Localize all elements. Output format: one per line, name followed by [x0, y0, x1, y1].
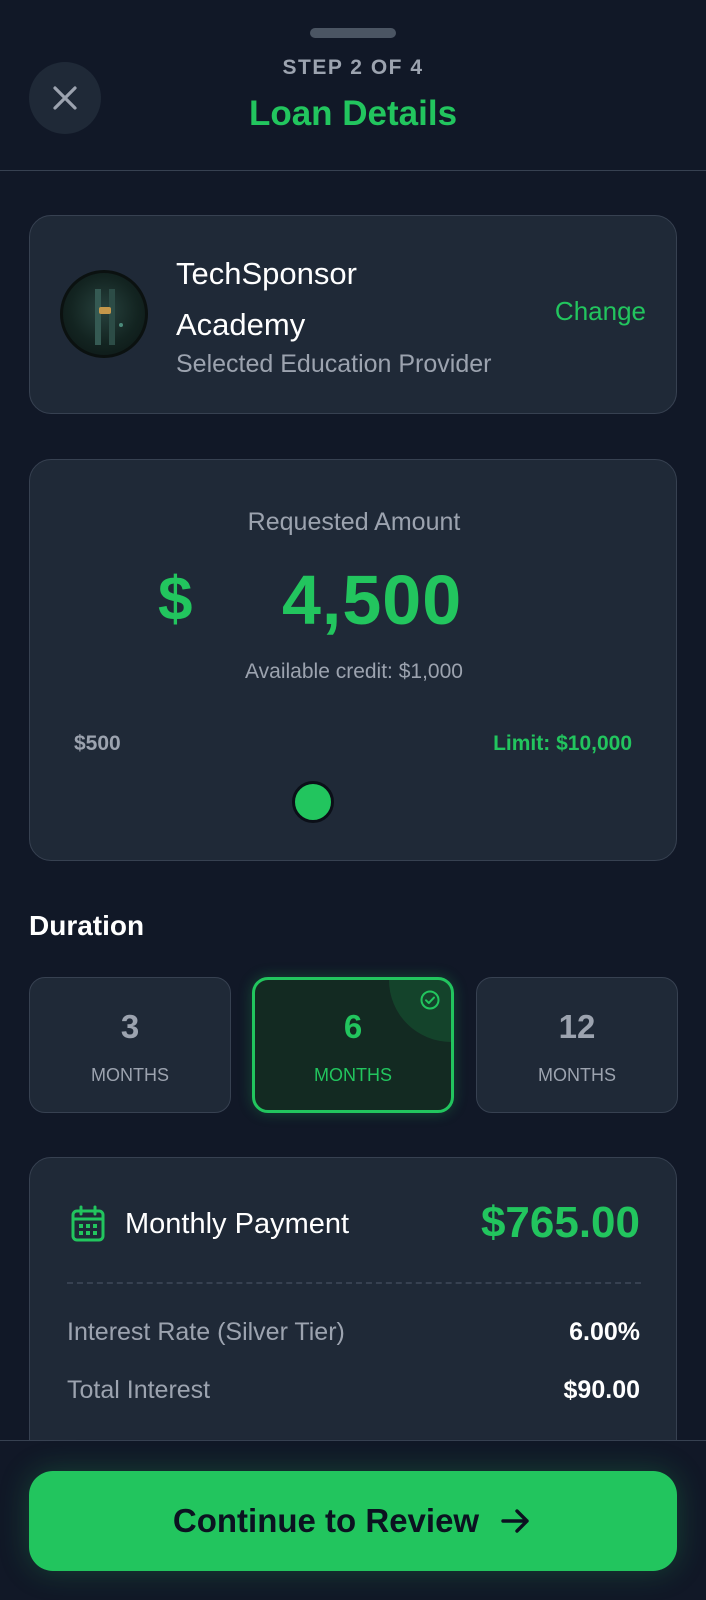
- payment-summary-card: Monthly Payment $765.00 Interest Rate (S…: [29, 1157, 677, 1477]
- duration-unit: MONTHS: [538, 1065, 616, 1085]
- interest-rate-value: 6.00%: [569, 1318, 640, 1346]
- slider-max-label: Limit: $10,000: [493, 732, 632, 755]
- slider-min-label: $500: [74, 732, 121, 755]
- monthly-payment-value: $765.00: [480, 1198, 640, 1247]
- arrow-right-icon: [501, 1509, 529, 1533]
- duration-unit: MONTHS: [91, 1065, 169, 1085]
- continue-to-review-button[interactable]: Continue to Review: [29, 1471, 677, 1571]
- total-interest-value: $90.00: [563, 1376, 640, 1404]
- amount-card: Requested Amount $ 4,500 Available credi…: [29, 459, 677, 861]
- monthly-payment-label: Monthly Payment: [125, 1208, 350, 1240]
- duration-option-6[interactable]: 6 MONTHS: [252, 977, 454, 1113]
- total-interest-label: Total Interest: [67, 1376, 211, 1404]
- provider-avatar: [60, 270, 148, 358]
- duration-number: 6: [343, 1008, 363, 1045]
- provider-subtitle: Selected Education Provider: [176, 350, 492, 378]
- summary-divider: [67, 1282, 641, 1284]
- interest-rate-label: Interest Rate (Silver Tier): [67, 1318, 345, 1346]
- requested-amount-label: Requested Amount: [247, 508, 461, 536]
- provider-name: TechSponsor Academy: [176, 256, 357, 342]
- bottom-action-bar: Continue to Review: [0, 1440, 706, 1600]
- continue-button-label: Continue to Review: [172, 1502, 480, 1539]
- calendar-icon: [71, 1205, 105, 1242]
- amount-value[interactable]: 4,500: [282, 560, 462, 640]
- duration-unit: MONTHS: [314, 1065, 392, 1085]
- slider-thumb[interactable]: [291, 781, 334, 823]
- change-provider-link[interactable]: Change: [555, 296, 646, 327]
- page-title: Loan Details: [248, 94, 458, 133]
- available-credit: Available credit: $1,000: [245, 660, 463, 683]
- drag-handle[interactable]: [310, 28, 396, 38]
- provider-card: TechSponsor Academy Selected Education P…: [29, 215, 677, 414]
- currency-symbol: $: [158, 565, 193, 634]
- duration-number: 12: [558, 1008, 596, 1045]
- header-divider: [0, 170, 706, 171]
- duration-option-12[interactable]: 12 MONTHS: [476, 977, 678, 1113]
- duration-option-3[interactable]: 3 MONTHS: [29, 977, 231, 1113]
- step-indicator: STEP 2 OF 4: [282, 56, 424, 79]
- duration-number: 3: [120, 1008, 140, 1045]
- loan-details-screen: STEP 2 OF 4 Loan Details TechSponsor Aca…: [0, 0, 706, 1600]
- duration-title: Duration: [29, 910, 145, 941]
